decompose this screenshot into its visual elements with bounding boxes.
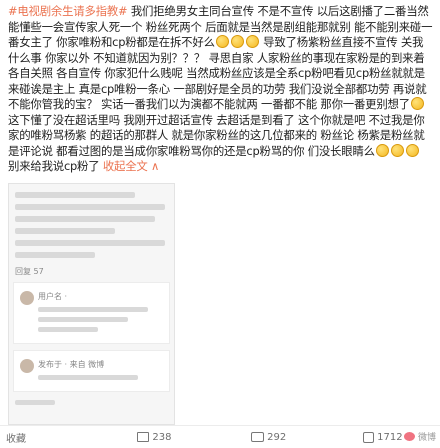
post-text-4: 别来给我说cp粉了 [8,159,103,173]
screenshot-line [15,216,155,222]
screenshot-comment-card: 用户名 · [13,282,170,344]
screenshot-line [38,327,98,332]
emoji-icon [245,35,259,48]
emoji-icon [375,143,389,157]
screenshot-line [38,307,148,312]
topic-link[interactable]: #电视剧余生请多指教# [8,4,128,18]
collapse-link[interactable]: 收起全文 ∧ [103,159,160,173]
attached-screenshot[interactable]: 回复 57 用户名 · 发布于 · 来自 微博 [8,183,175,425]
screenshot-meta: 发布于 · 来自 微博 [38,360,105,369]
avatar [20,291,34,305]
avatar [20,359,34,373]
screenshot-comment-card: 发布于 · 来自 微博 [13,350,170,392]
screenshot-line [15,240,165,246]
weibo-logo-icon [403,431,415,441]
comment-count: 292 [267,431,287,443]
comment-button[interactable]: 292 [212,432,326,443]
like-icon [363,431,375,443]
comment-icon [251,432,265,442]
emoji-icon [405,143,419,157]
screenshot-line [15,252,95,258]
emoji-icon [230,35,244,48]
favorite-label: 收藏 [6,433,26,445]
post-text-3: 这下懂了没在超话里吗 我刚开过超话宣传 去超话是到看了 这个你就是吧 不过我是你… [8,112,425,158]
screenshot-line [15,400,55,405]
emoji-icon [390,143,404,157]
share-icon [137,432,150,442]
share-button[interactable]: 238 [97,432,211,443]
watermark: 微博 [403,425,436,447]
emoji-icon [410,97,424,110]
favorite-button[interactable]: 收藏 [0,430,97,445]
screenshot-line [15,192,135,198]
emoji-icon [215,35,229,48]
share-count: 238 [152,431,172,443]
screenshot-line [15,228,115,234]
watermark-text: 微博 [417,432,436,443]
post-body: #电视剧余生请多指教# 我们拒绝男女主同台宣传 不是不宣传 以后这剧播了二番当然… [8,4,433,175]
screenshot-username: 用户名 · [38,292,68,301]
action-bar: 收藏 238 292 1712 [0,425,440,448]
screenshot-line [38,317,128,322]
screenshot-line [15,204,165,210]
like-count: 1712 [377,431,403,443]
screenshot-line [38,375,138,380]
screenshot-reply: 回复 57 [15,267,44,276]
